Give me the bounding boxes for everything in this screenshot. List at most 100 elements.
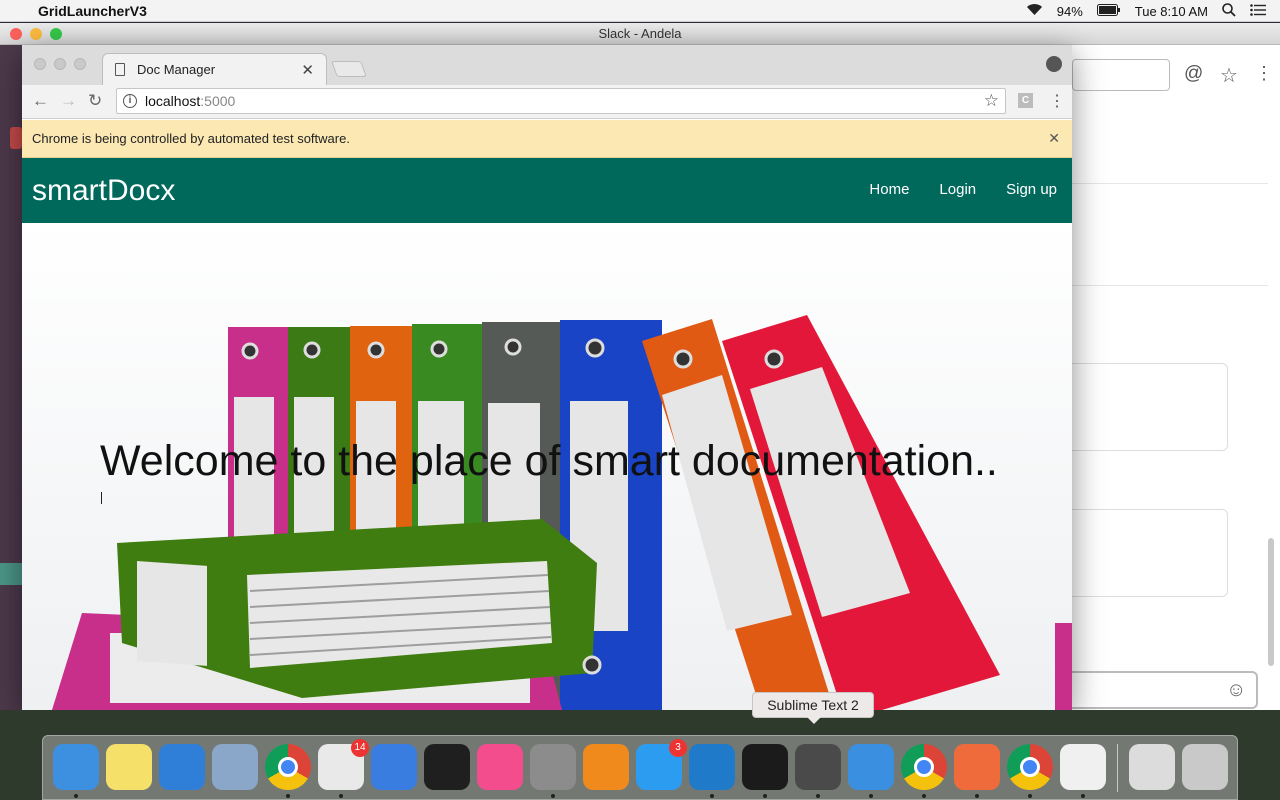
back-icon[interactable]: ← xyxy=(32,91,49,111)
nav-links: Home Login Sign up xyxy=(869,181,1057,198)
extension-icon[interactable]: C xyxy=(1018,93,1033,108)
running-indicator xyxy=(816,794,820,798)
browser-toolbar: ← → ↻ i localhost:5000 ☆ C ⋮ xyxy=(22,85,1072,119)
dock-chrome-icon[interactable] xyxy=(1007,744,1053,790)
dock-ibooks-icon[interactable] xyxy=(583,744,629,790)
nav-login-link[interactable]: Login xyxy=(939,181,976,198)
chrome-window: Doc Manager ✕ ← → ↻ i localhost:5000 ☆ C… xyxy=(22,45,1072,710)
reload-icon[interactable]: ↻ xyxy=(88,91,102,111)
new-tab-button[interactable] xyxy=(331,61,367,77)
dock-downloads-icon[interactable] xyxy=(1129,744,1175,790)
slack-search-input[interactable] xyxy=(1072,59,1170,91)
hero-section: Welcome to the place of smart documentat… xyxy=(22,223,1072,710)
dock-chrome-icon[interactable] xyxy=(265,744,311,790)
dock-app-store-icon[interactable]: 3 xyxy=(636,739,687,790)
dock-tooltip: Sublime Text 2 xyxy=(752,692,874,724)
dock-finder-icon[interactable] xyxy=(53,744,99,790)
running-indicator xyxy=(975,794,979,798)
running-indicator xyxy=(869,794,873,798)
battery-percent[interactable]: 94% xyxy=(1057,4,1083,19)
spotlight-search-icon[interactable] xyxy=(1222,2,1236,20)
starred-icon[interactable]: ☆ xyxy=(1220,63,1238,88)
dock-system-preferences-icon[interactable] xyxy=(530,744,576,790)
running-indicator xyxy=(922,794,926,798)
dock-visual-studio-code-icon[interactable] xyxy=(689,744,735,790)
url-port: :5000 xyxy=(200,93,236,109)
bookmark-star-icon[interactable]: ☆ xyxy=(984,91,999,111)
divider xyxy=(1072,183,1268,184)
dock-terminal-icon[interactable] xyxy=(424,744,470,790)
notification-center-icon[interactable] xyxy=(1250,3,1266,19)
forward-icon[interactable]: → xyxy=(60,91,77,111)
dock-postman-icon[interactable] xyxy=(954,744,1000,790)
zoom-window-icon[interactable] xyxy=(50,28,62,40)
dock-badge: 14 xyxy=(351,739,369,757)
wifi-icon[interactable] xyxy=(1026,3,1043,19)
dock-sequel-pro-icon[interactable] xyxy=(848,744,894,790)
url-host: localhost xyxy=(145,93,201,109)
dock-notes-icon[interactable] xyxy=(106,744,152,790)
chrome-menu-icon[interactable]: ⋮ xyxy=(1049,91,1065,111)
clock[interactable]: Tue 8:10 AM xyxy=(1135,4,1208,19)
slack-window-controls xyxy=(10,28,62,40)
tab-title: Doc Manager xyxy=(137,62,216,77)
status-area: 94% Tue 8:10 AM xyxy=(1026,0,1266,22)
slack-title-bar[interactable]: Slack - Andela xyxy=(0,23,1280,45)
zoom-window-icon[interactable] xyxy=(74,58,86,70)
more-options-icon[interactable]: ⋮ xyxy=(1255,63,1273,84)
mentions-icon[interactable]: @ xyxy=(1184,63,1203,85)
infobar-close-icon[interactable]: ✕ xyxy=(1048,130,1060,147)
message-attachment[interactable] xyxy=(1072,509,1228,597)
page-favicon-icon xyxy=(115,63,125,76)
dock-mail-icon[interactable] xyxy=(212,744,258,790)
running-indicator xyxy=(1028,794,1032,798)
emoji-icon[interactable]: ☺ xyxy=(1226,679,1246,702)
tab-doc-manager[interactable]: Doc Manager ✕ xyxy=(102,53,327,85)
running-indicator xyxy=(286,794,290,798)
battery-icon[interactable] xyxy=(1096,3,1121,19)
tab-strip: Doc Manager ✕ xyxy=(22,45,1072,85)
running-indicator xyxy=(339,794,343,798)
running-indicator xyxy=(551,794,555,798)
close-window-icon[interactable] xyxy=(10,28,22,40)
address-bar[interactable]: i localhost:5000 ☆ xyxy=(116,88,1006,114)
profile-icon[interactable] xyxy=(1046,56,1062,72)
dock-badge: 3 xyxy=(669,739,687,757)
text-cursor xyxy=(101,492,102,504)
dock-safari-icon[interactable] xyxy=(159,744,205,790)
minimize-window-icon[interactable] xyxy=(54,58,66,70)
slack-sidebar-highlight[interactable] xyxy=(10,127,22,149)
dock-keynote-icon[interactable] xyxy=(371,744,417,790)
brand-logo[interactable]: smartDocx xyxy=(32,174,175,208)
menu-bar: GridLauncherV3 94% Tue 8:10 AM xyxy=(0,0,1280,22)
scrollbar[interactable] xyxy=(1268,538,1274,666)
slack-window-title: Slack - Andela xyxy=(598,26,682,41)
running-indicator xyxy=(710,794,714,798)
close-tab-icon[interactable]: ✕ xyxy=(301,61,314,79)
site-info-icon[interactable]: i xyxy=(123,94,137,108)
dock-trash-icon[interactable] xyxy=(1182,744,1228,790)
dock-java-icon[interactable] xyxy=(1060,744,1106,790)
automation-infobar: Chrome is being controlled by automated … xyxy=(22,120,1072,158)
slack-active-channel[interactable] xyxy=(0,563,22,585)
dock-chrome-icon[interactable] xyxy=(901,744,947,790)
dock-itunes-icon[interactable] xyxy=(477,744,523,790)
site-navbar: smartDocx Home Login Sign up xyxy=(22,158,1072,223)
running-indicator xyxy=(1081,794,1085,798)
active-app-name[interactable]: GridLauncherV3 xyxy=(38,3,147,19)
dock-slack-icon[interactable]: 14 xyxy=(318,739,369,790)
nav-signup-link[interactable]: Sign up xyxy=(1006,181,1057,198)
dock: 14 3 xyxy=(42,735,1238,800)
chrome-window-controls xyxy=(34,58,86,70)
infobar-message: Chrome is being controlled by automated … xyxy=(32,131,350,146)
running-indicator xyxy=(74,794,78,798)
hero-heading: Welcome to the place of smart documentat… xyxy=(100,437,998,485)
close-window-icon[interactable] xyxy=(34,58,46,70)
minimize-window-icon[interactable] xyxy=(30,28,42,40)
running-indicator xyxy=(763,794,767,798)
dock-separator xyxy=(1117,744,1118,792)
message-attachment[interactable] xyxy=(1072,363,1228,451)
dock-iterm-icon[interactable] xyxy=(742,744,788,790)
dock-sublime-text-2-icon[interactable] xyxy=(795,744,841,790)
nav-home-link[interactable]: Home xyxy=(869,181,909,198)
